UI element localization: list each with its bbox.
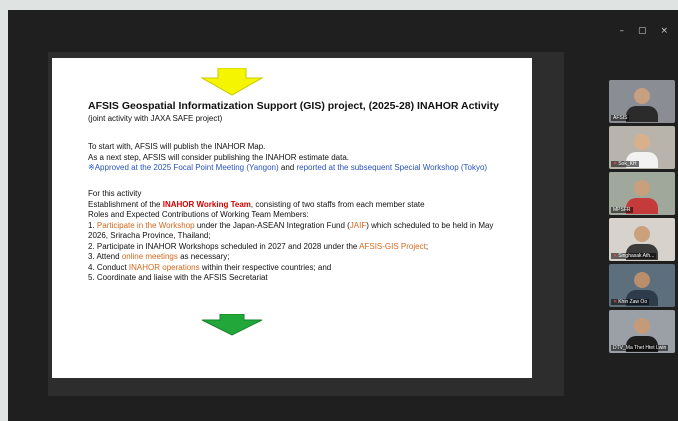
window-controls: – ▢ ×: [619, 26, 668, 36]
participant-name-text: Singhasak Ath...: [618, 253, 655, 259]
participant-tile[interactable]: ✕Sok_KH: [609, 126, 675, 169]
participant-name-text: DTV_Ma Thet Htet Lwin: [613, 345, 667, 351]
down-arrow-icon: [201, 314, 263, 336]
mic-off-icon: ✕: [613, 299, 618, 305]
list-item-continuation: 2026, Sriracha Province, Thailand;: [88, 231, 211, 240]
participant-tile[interactable]: ✕Singhasak Ath...: [609, 218, 675, 261]
participant-name-text: AFSIS: [613, 115, 628, 121]
participant-tile[interactable]: MPSFR: [609, 172, 675, 215]
close-icon[interactable]: ×: [660, 26, 668, 36]
activity-paragraph: For this activity Establishment of the I…: [88, 189, 493, 284]
list-item: 4. Conduct INAHOR operations within thei…: [88, 262, 332, 272]
shared-slide: AFSIS Geospatial Informatization Support…: [52, 58, 532, 378]
avatar-body: [626, 106, 658, 122]
list-item: 3. Attend online meetings as necessary;: [88, 252, 230, 261]
roles-heading: Roles and Expected Contributions of Work…: [88, 210, 309, 219]
slide-subtitle: (joint activity with JAXA SAFE project): [88, 114, 223, 123]
list-item: 2. Participate in INAHOR Workshops sched…: [88, 241, 429, 251]
list-item: 5. Coordinate and liaise with the AFSIS …: [88, 273, 268, 282]
intro-line-1: To start with, AFSIS will publish the IN…: [88, 142, 266, 151]
participant-tile[interactable]: ✕Khin Zaw Oo: [609, 264, 675, 307]
participant-name: AFSIS: [611, 115, 630, 121]
avatar: [634, 226, 650, 242]
avatar: [634, 88, 650, 104]
participant-name: ✕Sok_KH: [611, 161, 639, 167]
slide-title: AFSIS Geospatial Informatization Support…: [88, 100, 499, 112]
participant-tile[interactable]: AFSIS: [609, 80, 675, 123]
avatar: [634, 318, 650, 334]
list-item: 1. Participate in the Workshop under the…: [88, 220, 494, 230]
participant-tile[interactable]: DTV_Ma Thet Htet Lwin: [609, 310, 675, 353]
activity-heading: For this activity: [88, 189, 142, 198]
intro-line-3: ※Approved at the 2025 Focal Point Meetin…: [88, 163, 488, 172]
avatar: [634, 272, 650, 288]
participant-name-text: Sok_KH: [618, 161, 637, 167]
intro-paragraph: To start with, AFSIS will publish the IN…: [88, 142, 487, 174]
intro-line-2: As a next step, AFSIS will consider publ…: [88, 152, 350, 162]
establishment-line: Establishment of the INAHOR Working Team…: [88, 199, 425, 209]
minimize-icon[interactable]: –: [619, 26, 624, 36]
participant-name: MPSFR: [611, 207, 633, 213]
mic-off-icon: ✕: [613, 253, 618, 259]
participant-name-text: MPSFR: [613, 207, 631, 213]
participant-name-text: Khin Zaw Oo: [618, 299, 648, 305]
mic-off-icon: ✕: [613, 161, 618, 167]
down-arrow-icon: [200, 68, 264, 96]
avatar: [634, 180, 650, 196]
participant-name: ✕Khin Zaw Oo: [611, 299, 650, 305]
participant-name: ✕Singhasak Ath...: [611, 253, 657, 259]
participant-name: DTV_Ma Thet Htet Lwin: [611, 345, 669, 351]
avatar: [634, 134, 650, 150]
restore-icon[interactable]: ▢: [638, 26, 647, 36]
